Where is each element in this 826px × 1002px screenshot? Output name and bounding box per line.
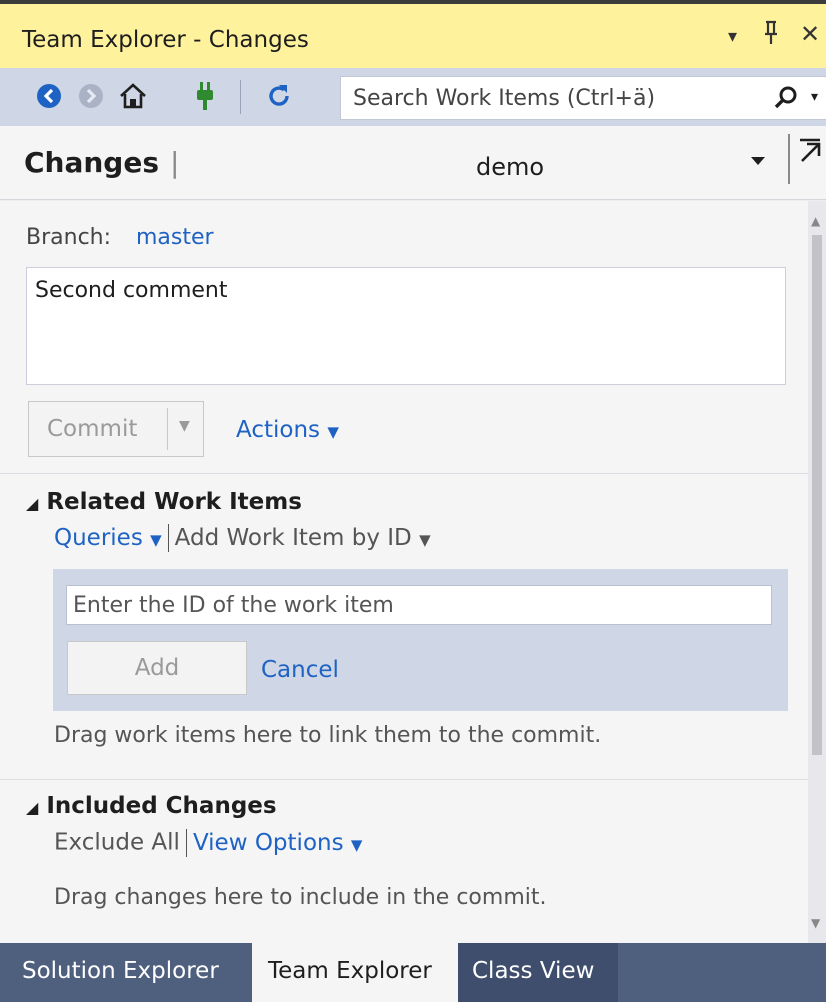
close-icon[interactable]: ✕ [800,20,820,48]
repository-name[interactable]: demo [476,153,544,181]
work-items-drag-hint: Drag work items here to link them to the… [54,723,602,748]
tool-window-tabs: Solution Explorer Team Explorer Class Vi… [0,943,826,1002]
refresh-icon[interactable] [262,78,296,114]
add-by-id-chevron-icon: ▼ [419,530,431,549]
vertical-scrollbar[interactable]: ▲ ▼ [808,201,826,943]
related-work-items-links: Queries ▼ Add Work Item by ID ▼ [54,524,431,552]
cancel-link[interactable]: Cancel [261,657,339,683]
add-work-item-by-id-link[interactable]: Add Work Item by ID ▼ [175,525,431,551]
changes-panel: Branch: master Second comment Commit ▼ A… [0,201,808,943]
link-separator [167,524,169,552]
window-title: Team Explorer - Changes [22,27,309,53]
branch-link[interactable]: master [136,225,214,250]
home-icon[interactable] [116,78,150,114]
related-work-items-header[interactable]: ◢ Related Work Items [26,489,302,515]
tab-class-view[interactable]: Class View [458,943,618,1002]
add-button[interactable]: Add [67,641,247,695]
forward-icon[interactable] [74,78,108,114]
related-work-items-title: Related Work Items [46,489,302,515]
search-box: ▾ [340,76,826,120]
actions-label: Actions [236,417,321,443]
tab-solution-explorer[interactable]: Solution Explorer [0,943,252,1002]
add-work-item-panel: Add Cancel [53,569,788,711]
scroll-up-arrow-icon[interactable]: ▲ [811,215,823,227]
work-item-id-input[interactable] [66,585,772,625]
scroll-down-arrow-icon[interactable]: ▼ [811,917,823,929]
page-header: Changes | demo [0,126,826,200]
commit-button-divider [167,408,168,450]
tab-team-explorer[interactable]: Team Explorer [252,943,458,1002]
search-icon[interactable] [773,85,799,115]
collapse-triangle-icon: ◢ [26,798,39,817]
commit-split-button[interactable]: Commit ▼ [28,401,204,457]
actions-chevron-icon: ▼ [327,423,339,441]
view-options-link[interactable]: View Options ▼ [193,830,363,856]
toolbar-divider [240,80,241,114]
included-changes-header[interactable]: ◢ Included Changes [26,793,277,819]
search-options-chevron-icon[interactable]: ▾ [811,89,818,105]
actions-menu[interactable]: Actions ▼ [236,417,339,443]
changes-drag-hint: Drag changes here to include in the comm… [54,885,547,910]
queries-link[interactable]: Queries ▼ [54,525,162,551]
included-changes-links: Exclude All View Options ▼ [54,829,362,857]
section-divider [0,779,808,780]
page-title: Changes [24,146,160,179]
exclude-all-link[interactable]: Exclude All [54,830,180,856]
back-icon[interactable] [32,78,66,114]
header-divider [788,134,790,184]
queries-chevron-icon: ▼ [150,530,162,549]
scroll-thumb[interactable] [812,235,822,755]
toolbar: ▾ [0,68,826,126]
search-work-items-input[interactable] [353,77,753,119]
commit-button-label: Commit [47,416,138,442]
commit-dropdown-icon[interactable]: ▼ [179,418,190,434]
pin-icon[interactable] [762,20,780,52]
collapse-triangle-icon: ◢ [26,494,39,513]
connect-icon[interactable] [188,78,222,114]
view-options-chevron-icon: ▼ [350,835,363,854]
commit-message-textarea[interactable]: Second comment [26,267,786,385]
title-bar: Team Explorer - Changes ▾ ✕ [0,0,826,68]
branch-label: Branch: [26,225,112,250]
link-separator [185,829,187,857]
section-divider [0,473,808,474]
title-separator: | [170,146,180,179]
undock-icon[interactable] [798,136,822,171]
included-changes-title: Included Changes [46,793,277,819]
repository-dropdown-icon[interactable] [750,148,766,173]
window-menu-dropdown-icon[interactable]: ▾ [728,26,737,47]
